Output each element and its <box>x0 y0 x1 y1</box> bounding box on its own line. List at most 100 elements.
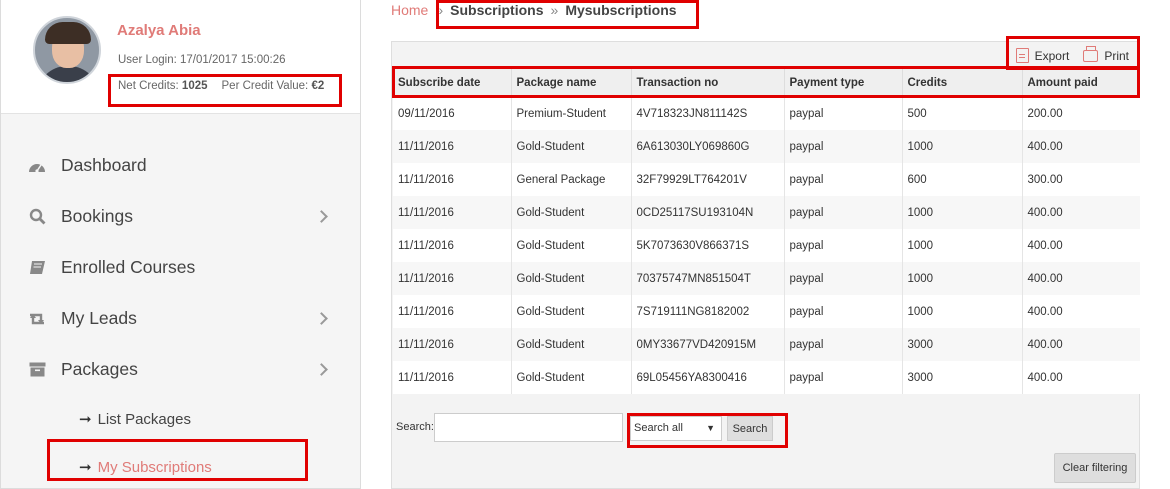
table-header-row: Subscribe date Package name Transaction … <box>393 69 1140 98</box>
sidebar-item-packages[interactable]: Packages <box>1 344 360 395</box>
breadcrumb: Home » Subscriptions » Mysubscriptions <box>391 2 677 18</box>
archive-icon <box>27 360 47 380</box>
print-label: Print <box>1104 48 1129 63</box>
cell-amount-paid: 300.00 <box>1022 163 1140 196</box>
sidebar: Azalya Abia User Login: 17/01/2017 15:00… <box>0 0 361 489</box>
credits-info: Net Credits: 1025 Per Credit Value: €2 <box>118 80 324 92</box>
col-credits[interactable]: Credits <box>902 69 1023 98</box>
search-scope-value: Search all <box>634 422 683 434</box>
cell-credits: 1000 <box>902 196 1023 229</box>
col-transaction-no[interactable]: Transaction no <box>631 69 785 98</box>
search-icon <box>27 207 47 227</box>
cell-payment-type: paypal <box>784 196 903 229</box>
cell-amount-paid: 400.00 <box>1022 130 1140 163</box>
breadcrumb-subscriptions[interactable]: Subscriptions <box>450 2 543 18</box>
net-credits-value: 1025 <box>181 80 208 92</box>
cell-transaction-no: 7S719111NG8182002 <box>631 295 785 328</box>
cell-subscribe-date: 11/11/2016 <box>393 361 512 394</box>
caret-down-icon: ▼ <box>706 423 715 433</box>
cell-payment-type: paypal <box>784 361 903 394</box>
cell-amount-paid: 400.00 <box>1022 196 1140 229</box>
chevron-right-icon <box>315 363 328 376</box>
sidebar-item-bookings[interactable]: Bookings <box>1 191 360 242</box>
book-icon <box>27 258 47 278</box>
cell-subscribe-date: 11/11/2016 <box>393 229 512 262</box>
col-payment-type[interactable]: Payment type <box>784 69 903 98</box>
table-row: 11/11/2016 Gold-Student 70375747MN851504T p… <box>393 262 1140 295</box>
cell-transaction-no: 70375747MN851504T <box>631 262 785 295</box>
document-icon <box>1015 48 1029 63</box>
sidebar-subitem-my-subscriptions[interactable]: ➞ My Subscriptions <box>79 458 212 476</box>
cell-transaction-no: 4V718323JN811142S <box>631 97 785 130</box>
cell-transaction-no: 6A613030LY069860G <box>631 130 785 163</box>
sidebar-item-dashboard[interactable]: Dashboard <box>1 140 360 191</box>
cell-package-name: Gold-Student <box>511 130 632 163</box>
cell-payment-type: paypal <box>784 229 903 262</box>
retweet-icon <box>27 309 47 329</box>
cell-transaction-no: 0CD25117SU193104N <box>631 196 785 229</box>
app-root: Azalya Abia User Login: 17/01/2017 15:00… <box>0 0 1170 489</box>
cell-payment-type: paypal <box>784 328 903 361</box>
net-credits-label: Net Credits: <box>118 80 182 92</box>
table-toolbar: Export Print <box>1015 45 1129 63</box>
export-button[interactable]: Export <box>1015 48 1069 63</box>
breadcrumb-home[interactable]: Home <box>391 2 428 18</box>
cell-package-name: Gold-Student <box>511 196 632 229</box>
credit-value-label: Per Credit Value: <box>221 80 312 92</box>
cell-transaction-no: 0MY33677VD420915M <box>631 328 785 361</box>
cell-amount-paid: 400.00 <box>1022 295 1140 328</box>
cell-amount-paid: 400.00 <box>1022 229 1140 262</box>
cell-amount-paid: 400.00 <box>1022 328 1140 361</box>
cell-package-name: Gold-Student <box>511 229 632 262</box>
cell-credits: 500 <box>902 97 1023 130</box>
clear-filtering-button[interactable]: Clear filtering <box>1054 453 1136 483</box>
cell-package-name: Gold-Student <box>511 295 632 328</box>
cell-credits: 1000 <box>902 229 1023 262</box>
cell-transaction-no: 5K7073630V866371S <box>631 229 785 262</box>
col-subscribe-date[interactable]: Subscribe date <box>393 69 512 98</box>
arrow-right-icon: ➞ <box>79 459 92 476</box>
cell-payment-type: paypal <box>784 295 903 328</box>
col-package-name[interactable]: Package name <box>511 69 632 98</box>
cell-credits: 600 <box>902 163 1023 196</box>
sidebar-subitem-label: My Subscriptions <box>97 459 212 476</box>
cell-transaction-no: 69L05456YA8300416 <box>631 361 785 394</box>
sidebar-subitem-label: List Packages <box>97 411 191 428</box>
table-row: 11/11/2016 General Package 32F79929LT76420… <box>393 163 1140 196</box>
sidebar-subitem-list-packages[interactable]: ➞ List Packages <box>79 410 191 428</box>
cell-payment-type: paypal <box>784 262 903 295</box>
cell-subscribe-date: 11/11/2016 <box>393 130 512 163</box>
cell-subscribe-date: 11/11/2016 <box>393 163 512 196</box>
cell-subscribe-date: 09/11/2016 <box>393 97 512 130</box>
user-name[interactable]: Azalya Abia <box>117 22 201 39</box>
subscriptions-table: Subscribe date Package name Transaction … <box>393 69 1140 394</box>
sidebar-item-label: Dashboard <box>61 155 147 175</box>
sidebar-nav: Dashboard Bookings Enrolled Courses My L… <box>1 140 360 395</box>
cell-package-name: Gold-Student <box>511 328 632 361</box>
credit-value-value: €2 <box>311 80 325 92</box>
breadcrumb-separator: » <box>435 2 444 18</box>
search-button[interactable]: Search <box>727 416 773 441</box>
search-scope-select[interactable]: Search all ▼ <box>630 416 722 441</box>
sidebar-item-enrolled-courses[interactable]: Enrolled Courses <box>1 242 360 293</box>
profile-card: Azalya Abia User Login: 17/01/2017 15:00… <box>1 0 360 114</box>
table-row: 11/11/2016 Gold-Student 69L05456YA8300416 p… <box>393 361 1140 394</box>
col-amount-paid[interactable]: Amount paid <box>1022 69 1140 98</box>
print-button[interactable]: Print <box>1083 45 1129 63</box>
cell-payment-type: paypal <box>784 97 903 130</box>
breadcrumb-current: Mysubscriptions <box>565 2 677 18</box>
cell-amount-paid: 200.00 <box>1022 97 1140 130</box>
arrow-right-icon: ➞ <box>79 411 92 428</box>
sidebar-item-my-leads[interactable]: My Leads <box>1 293 360 344</box>
cell-credits: 1000 <box>902 262 1023 295</box>
table-row: 11/11/2016 Gold-Student 0CD25117SU193104N p… <box>393 196 1140 229</box>
table-row: 11/11/2016 Gold-Student 5K7073630V866371S p… <box>393 229 1140 262</box>
user-login: User Login: 17/01/2017 15:00:26 <box>118 54 286 66</box>
avatar <box>33 16 101 84</box>
cell-amount-paid: 400.00 <box>1022 262 1140 295</box>
dashboard-icon <box>27 156 47 176</box>
cell-amount-paid: 400.00 <box>1022 361 1140 394</box>
cell-payment-type: paypal <box>784 130 903 163</box>
cell-subscribe-date: 11/11/2016 <box>393 295 512 328</box>
search-input[interactable] <box>434 413 623 442</box>
